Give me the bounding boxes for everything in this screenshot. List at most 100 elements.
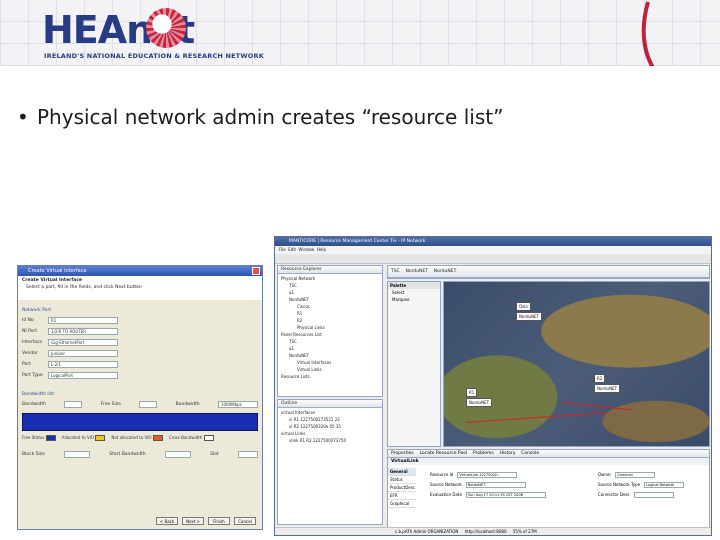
palette-select-tool[interactable]: Select [388,289,440,296]
tab-outline[interactable]: Outline [278,400,382,408]
field-select[interactable]: L-2/1 [48,360,118,368]
field-input[interactable]: R1 [48,316,118,324]
menu-file[interactable]: File [279,247,286,252]
prop-row: Source Network Type Logical Network [598,482,685,488]
tree-item[interactable]: Physical Network [281,275,379,282]
cancel-button[interactable]: Cancel [234,517,256,525]
bullet-dot-icon: • [17,105,29,129]
outline-item[interactable]: virtual Interfaces [281,409,379,416]
map-node-label[interactable]: NorduNET [466,398,493,407]
tree-item[interactable]: Physical Links [281,324,379,331]
prop-label: Connector Desc [598,492,630,497]
tree-item[interactable]: Panel Resources List [281,331,379,338]
props-side-graphical[interactable]: Graphical [388,500,416,508]
prop-value[interactable]: NorduNET [465,482,526,488]
slot-select[interactable] [237,450,258,458]
prop-label: Resource Id [430,472,454,477]
app-statusbar: c.b.pATh Admin ORGANIZATION http://local… [275,527,711,535]
tab-properties[interactable]: Properties [391,451,414,456]
app-toolbar [275,254,711,264]
tree-item[interactable]: Virtual Interfaces [281,359,379,366]
close-icon[interactable] [252,267,260,275]
tab-tsc[interactable]: TSC [391,269,400,274]
props-side-status[interactable]: Status [388,476,416,484]
tab-console[interactable]: Console [521,451,539,456]
legend-item: Not allocated to VIO [111,435,163,441]
dialog-buttons: < Back Next > Finish Cancel [156,517,256,525]
network-map-canvas[interactable]: Oslo NorduNET R2 NorduNET R1 NorduNET [443,281,710,447]
tree-item[interactable]: Ciscos [281,303,379,310]
prop-label: Owner [598,472,612,477]
dialog-subheading: Select a port, fill in the fields, and c… [26,285,142,290]
palette-title: Palette [388,282,440,289]
tab-nordunet-2[interactable]: NorduNET [434,269,457,274]
dialog-heading: Create Virtual Interface [22,278,83,283]
bandwidth-value-input[interactable]: 1000Mbps [217,400,258,408]
bullet-text: Physical network admin creates “resource… [37,105,504,129]
map-node-label[interactable]: R2 [594,374,606,383]
field-row: Vendor Juniper [22,348,258,358]
tab-resource-explorer[interactable]: Resource Explorer [278,266,382,274]
prop-row: Resource Id VirtualLink-12275002... [430,472,518,478]
outline-item[interactable]: vi R1 1227500273521 22 [281,416,379,423]
outline-item[interactable]: virtual Links [281,430,379,437]
field-row: Port L-2/1 [22,359,258,369]
block-row: Block Size Start Bandwidth Slot [22,449,258,459]
field-input[interactable]: LogicalPort [48,371,118,379]
props-side-productdesc[interactable]: ProductDesc [388,484,416,492]
field-input[interactable]: 1/2/0 TO ROUTER [48,327,118,335]
tree-item[interactable]: R2 [281,317,379,324]
tree-item[interactable]: Virtual Links [281,366,379,373]
start-bandwidth-select[interactable] [164,450,191,458]
legend-swatch-icon [203,435,214,441]
legend-swatch-icon [95,435,106,441]
status-memory: 55% of 27M [512,529,537,534]
tree-item[interactable]: NorduNET [281,296,379,303]
tree-item[interactable]: a1 [281,345,379,352]
tree-item[interactable]: TSC [281,338,379,345]
block-size-select[interactable] [64,450,91,458]
properties-tabbar: Properties Locate Resource Pool Problems… [388,450,709,458]
prop-row: Source Network NorduNET [430,482,526,488]
tab-history[interactable]: History [499,451,515,456]
tab-locate-resource-pool[interactable]: Locate Resource Pool [419,451,467,456]
next-button[interactable]: Next > [182,517,204,525]
back-button[interactable]: < Back [156,517,178,525]
map-node-label[interactable]: NorduNET [516,312,543,321]
free-size-input[interactable] [139,400,158,408]
field-label: Vendor [22,350,38,356]
menu-help[interactable]: Help [317,247,326,252]
tree-item[interactable]: NorduNET [281,352,379,359]
outline-item[interactable]: vlink R1 R2 1227500273750 [281,437,379,444]
network-port-section-label: Network Port [22,308,52,313]
finish-button[interactable]: Finish [208,517,230,525]
map-node-label[interactable]: R1 [466,388,478,397]
map-node-label[interactable]: NorduNET [594,384,621,393]
tree-item[interactable]: Resource Lists [281,373,379,380]
heanet-logo-emblem-icon [146,8,186,48]
field-input[interactable]: Gig-EthernetPort [48,338,118,346]
map-node-label[interactable]: Oslo [516,302,531,311]
block-size-label: Block Size [22,451,45,457]
palette-marquee-tool[interactable]: Marquee [388,296,440,303]
red-swoosh-decoration-icon [641,1,655,66]
prop-value[interactable] [633,492,674,498]
tree-item[interactable]: R1 [281,310,379,317]
menu-window[interactable]: Window [299,247,315,252]
props-side-efr[interactable]: EFR [388,492,416,500]
prop-value[interactable]: VirtualLink-12275002... [457,472,518,478]
field-select[interactable]: Juniper [48,349,118,357]
outline-item[interactable]: vi R2 1227500320e 05 35 [281,423,379,430]
field-row: Id No R1 [22,315,258,325]
tree-item[interactable]: a1 [281,289,379,296]
menu-edit[interactable]: Edit [288,247,296,252]
tab-nordunet-1[interactable]: NorduNET [405,269,428,274]
bandwidth-input[interactable] [64,400,83,408]
prop-value[interactable]: Common [615,472,656,478]
field-row: Interface Gig-EthernetPort [22,337,258,347]
tab-problems[interactable]: Problems [473,451,494,456]
prop-value[interactable]: Logical Network [644,482,685,488]
props-side-general[interactable]: General [388,468,416,476]
prop-value[interactable]: Sun Aug 17 20:11 55 CET 2008 [465,492,546,498]
tree-item[interactable]: TSC [281,282,379,289]
